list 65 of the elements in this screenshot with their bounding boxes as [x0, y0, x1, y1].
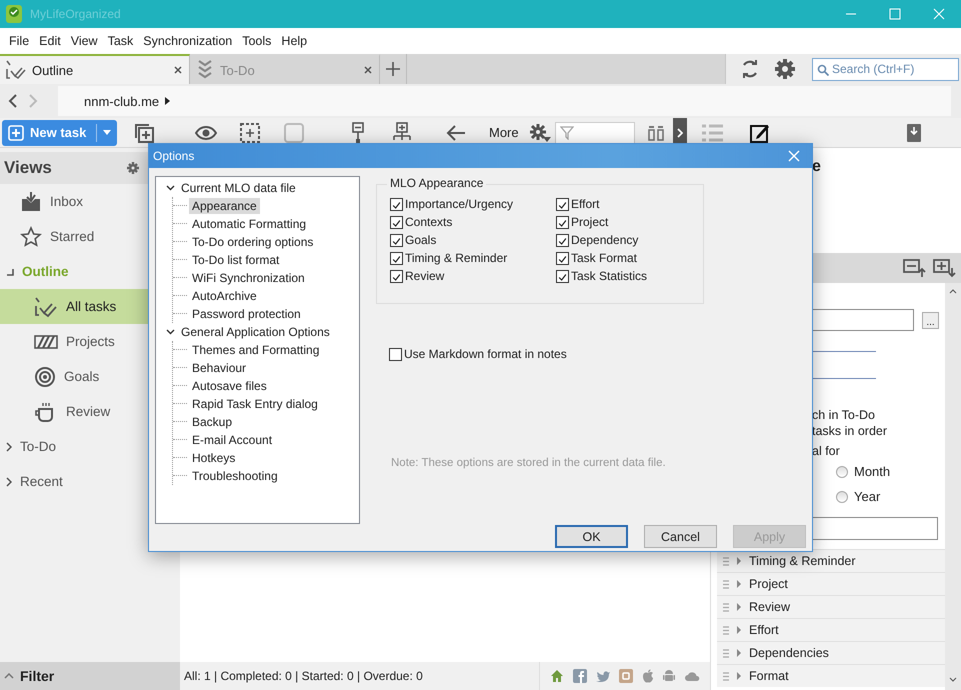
checkbox-label: Project — [571, 215, 608, 229]
status-text: All: 1 | Completed: 0 | Started: 0 | Overdue: 0 — [184, 669, 423, 683]
menu-item[interactable]: View — [66, 34, 103, 48]
checkbox-label: Effort — [571, 197, 600, 211]
panel-section[interactable]: Timing & Reminder — [717, 549, 945, 572]
tree-item[interactable]: AutoArchive — [189, 288, 260, 304]
breadcrumb-item[interactable]: nnm-club.me — [84, 94, 160, 108]
tree-item[interactable]: To-Do list format — [189, 252, 282, 268]
tree-item[interactable]: Rapid Task Entry dialog — [189, 396, 321, 412]
checkbox-label: Importance/Urgency — [405, 197, 514, 211]
checkbox-label: Contexts — [405, 215, 452, 229]
tree-item[interactable]: E-mail Account — [189, 432, 276, 448]
panel-text: tasks in order — [812, 423, 888, 439]
sidebar-item[interactable]: Review — [0, 394, 180, 429]
checkbox-label: Goals — [405, 233, 436, 247]
tree-item[interactable]: Troubleshooting — [189, 468, 281, 484]
tree-item[interactable]: Behaviour — [189, 360, 250, 376]
window-title: MyLifeOrganized — [30, 7, 121, 21]
tree-item[interactable]: Automatic Formatting — [189, 216, 310, 232]
sidebar-group[interactable]: To-Do — [0, 429, 180, 464]
panel-section[interactable]: Dependencies — [717, 641, 945, 664]
checkbox-label: Use Markdown format in notes — [404, 347, 567, 361]
sidebar-item[interactable]: Goals — [0, 359, 180, 394]
note-text: Note: These options are stored in the current data file. — [391, 457, 666, 469]
views-title: Views — [4, 158, 52, 178]
dialog-button[interactable]: OK — [555, 525, 628, 548]
filter-title[interactable]: Filter — [20, 668, 54, 684]
panel-section[interactable]: Format — [717, 664, 945, 687]
checkbox-label: Timing & Reminder — [405, 251, 508, 265]
checkbox-label: Review — [405, 269, 444, 283]
menu-item[interactable]: Synchronization — [138, 34, 238, 48]
browse-button[interactable]: ... — [922, 312, 939, 328]
panel-section[interactable]: Review — [717, 595, 945, 618]
more-button[interactable]: More — [489, 125, 519, 140]
new-task-button[interactable]: New task — [2, 120, 117, 146]
panel-text: al for — [812, 443, 841, 459]
sidebar-group[interactable]: Recent — [0, 464, 180, 499]
tree-item[interactable]: Password protection — [189, 306, 304, 322]
checkbox-label: Dependency — [571, 233, 638, 247]
dialog-button[interactable]: Cancel — [644, 525, 717, 548]
search-field[interactable]: Search (Ctrl+F) — [812, 58, 959, 80]
tree-item[interactable]: Autosave files — [189, 378, 270, 394]
panel-heading: e — [812, 158, 821, 175]
panel-section[interactable]: Project — [717, 572, 945, 595]
tab[interactable]: Outline — [0, 54, 190, 84]
checkbox-label: Task Statistics — [571, 269, 648, 283]
dialog-title: Options — [153, 149, 194, 163]
group-title: MLO Appearance — [387, 176, 486, 190]
menu-item[interactable]: Help — [276, 34, 312, 48]
tree-item[interactable]: Backup — [189, 414, 236, 430]
radio-label: Month — [854, 464, 890, 479]
menu-item[interactable]: Task — [102, 34, 138, 48]
menu-item[interactable]: Tools — [237, 34, 276, 48]
tree-item[interactable]: Themes and Formatting — [189, 342, 322, 358]
tree-item[interactable]: Hotkeys — [189, 450, 238, 466]
tree-item[interactable]: WiFi Synchronization — [189, 270, 308, 286]
panel-section[interactable]: Effort — [717, 618, 945, 641]
sidebar-item[interactable]: Starred — [0, 219, 180, 254]
tree-item[interactable]: To-Do ordering options — [189, 234, 316, 250]
menu-item[interactable]: Edit — [34, 34, 66, 48]
menu-item[interactable]: File — [4, 34, 34, 48]
tree-item[interactable]: Appearance — [189, 198, 260, 214]
checkbox-label: Task Format — [571, 251, 638, 265]
radio-label: Year — [854, 489, 880, 504]
panel-text: ch in To-Do — [812, 407, 876, 423]
